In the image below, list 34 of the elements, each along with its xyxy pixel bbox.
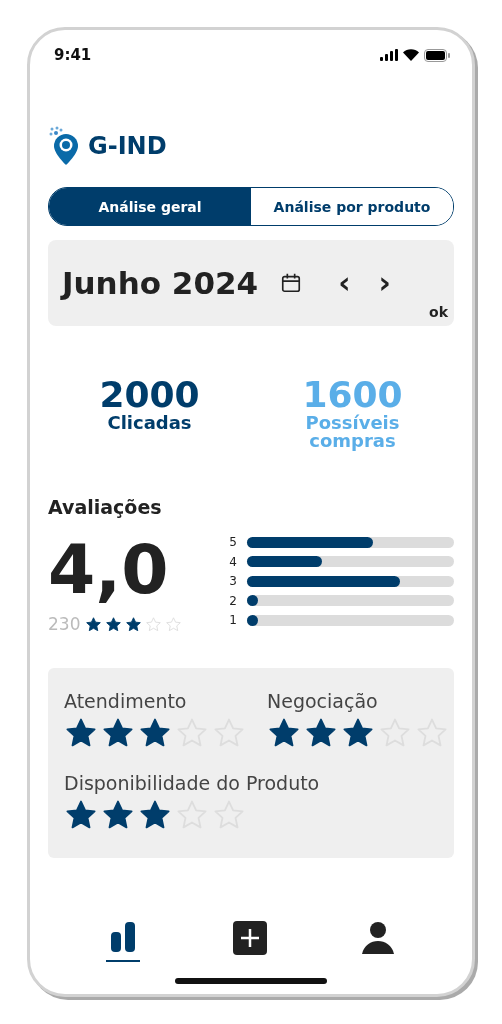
- logo-text: G-IND: [88, 132, 167, 160]
- month-label: Junho 2024: [62, 265, 259, 301]
- review-count: 230: [48, 614, 81, 634]
- empty-star-icon: [165, 615, 183, 633]
- bar-label: 1: [228, 613, 237, 627]
- bar-label: 5: [228, 535, 237, 549]
- previous-button[interactable]: ‹: [330, 268, 359, 298]
- filled-star-icon: [125, 615, 143, 633]
- criterion-label: Negociação: [267, 690, 379, 712]
- empty-star-icon: [145, 615, 163, 633]
- stat-label: Possíveis compras: [304, 414, 401, 450]
- bar-label: 2: [228, 593, 237, 608]
- stat-value: 2000: [99, 376, 200, 414]
- signal-icon: [380, 49, 398, 61]
- criterion-label: Disponibilidade do Produto: [64, 772, 321, 794]
- filled-star-icon: [85, 615, 103, 633]
- ok-button[interactable]: ok: [429, 304, 448, 320]
- filled-star-icon: [105, 615, 123, 633]
- tab[interactable]: Análise geral: [49, 188, 251, 225]
- stat-label: Clicadas: [106, 414, 193, 432]
- bar-label: 4: [228, 554, 237, 569]
- bar-label: 3: [228, 574, 237, 588]
- next-button[interactable]: ›: [370, 268, 399, 298]
- section-title: Avaliações: [48, 496, 163, 518]
- add-icon: [232, 920, 268, 956]
- rating-score: 4,0: [48, 532, 170, 608]
- battery-icon: [424, 48, 450, 62]
- criterion-label: Atendimento: [64, 690, 188, 712]
- profile-icon: [360, 920, 396, 956]
- calendar-icon[interactable]: [280, 272, 303, 294]
- nav-tab[interactable]: [106, 920, 140, 962]
- status-time: 9:41: [54, 46, 92, 64]
- stat-value: 1600: [302, 376, 403, 414]
- wifi-icon: [403, 49, 419, 61]
